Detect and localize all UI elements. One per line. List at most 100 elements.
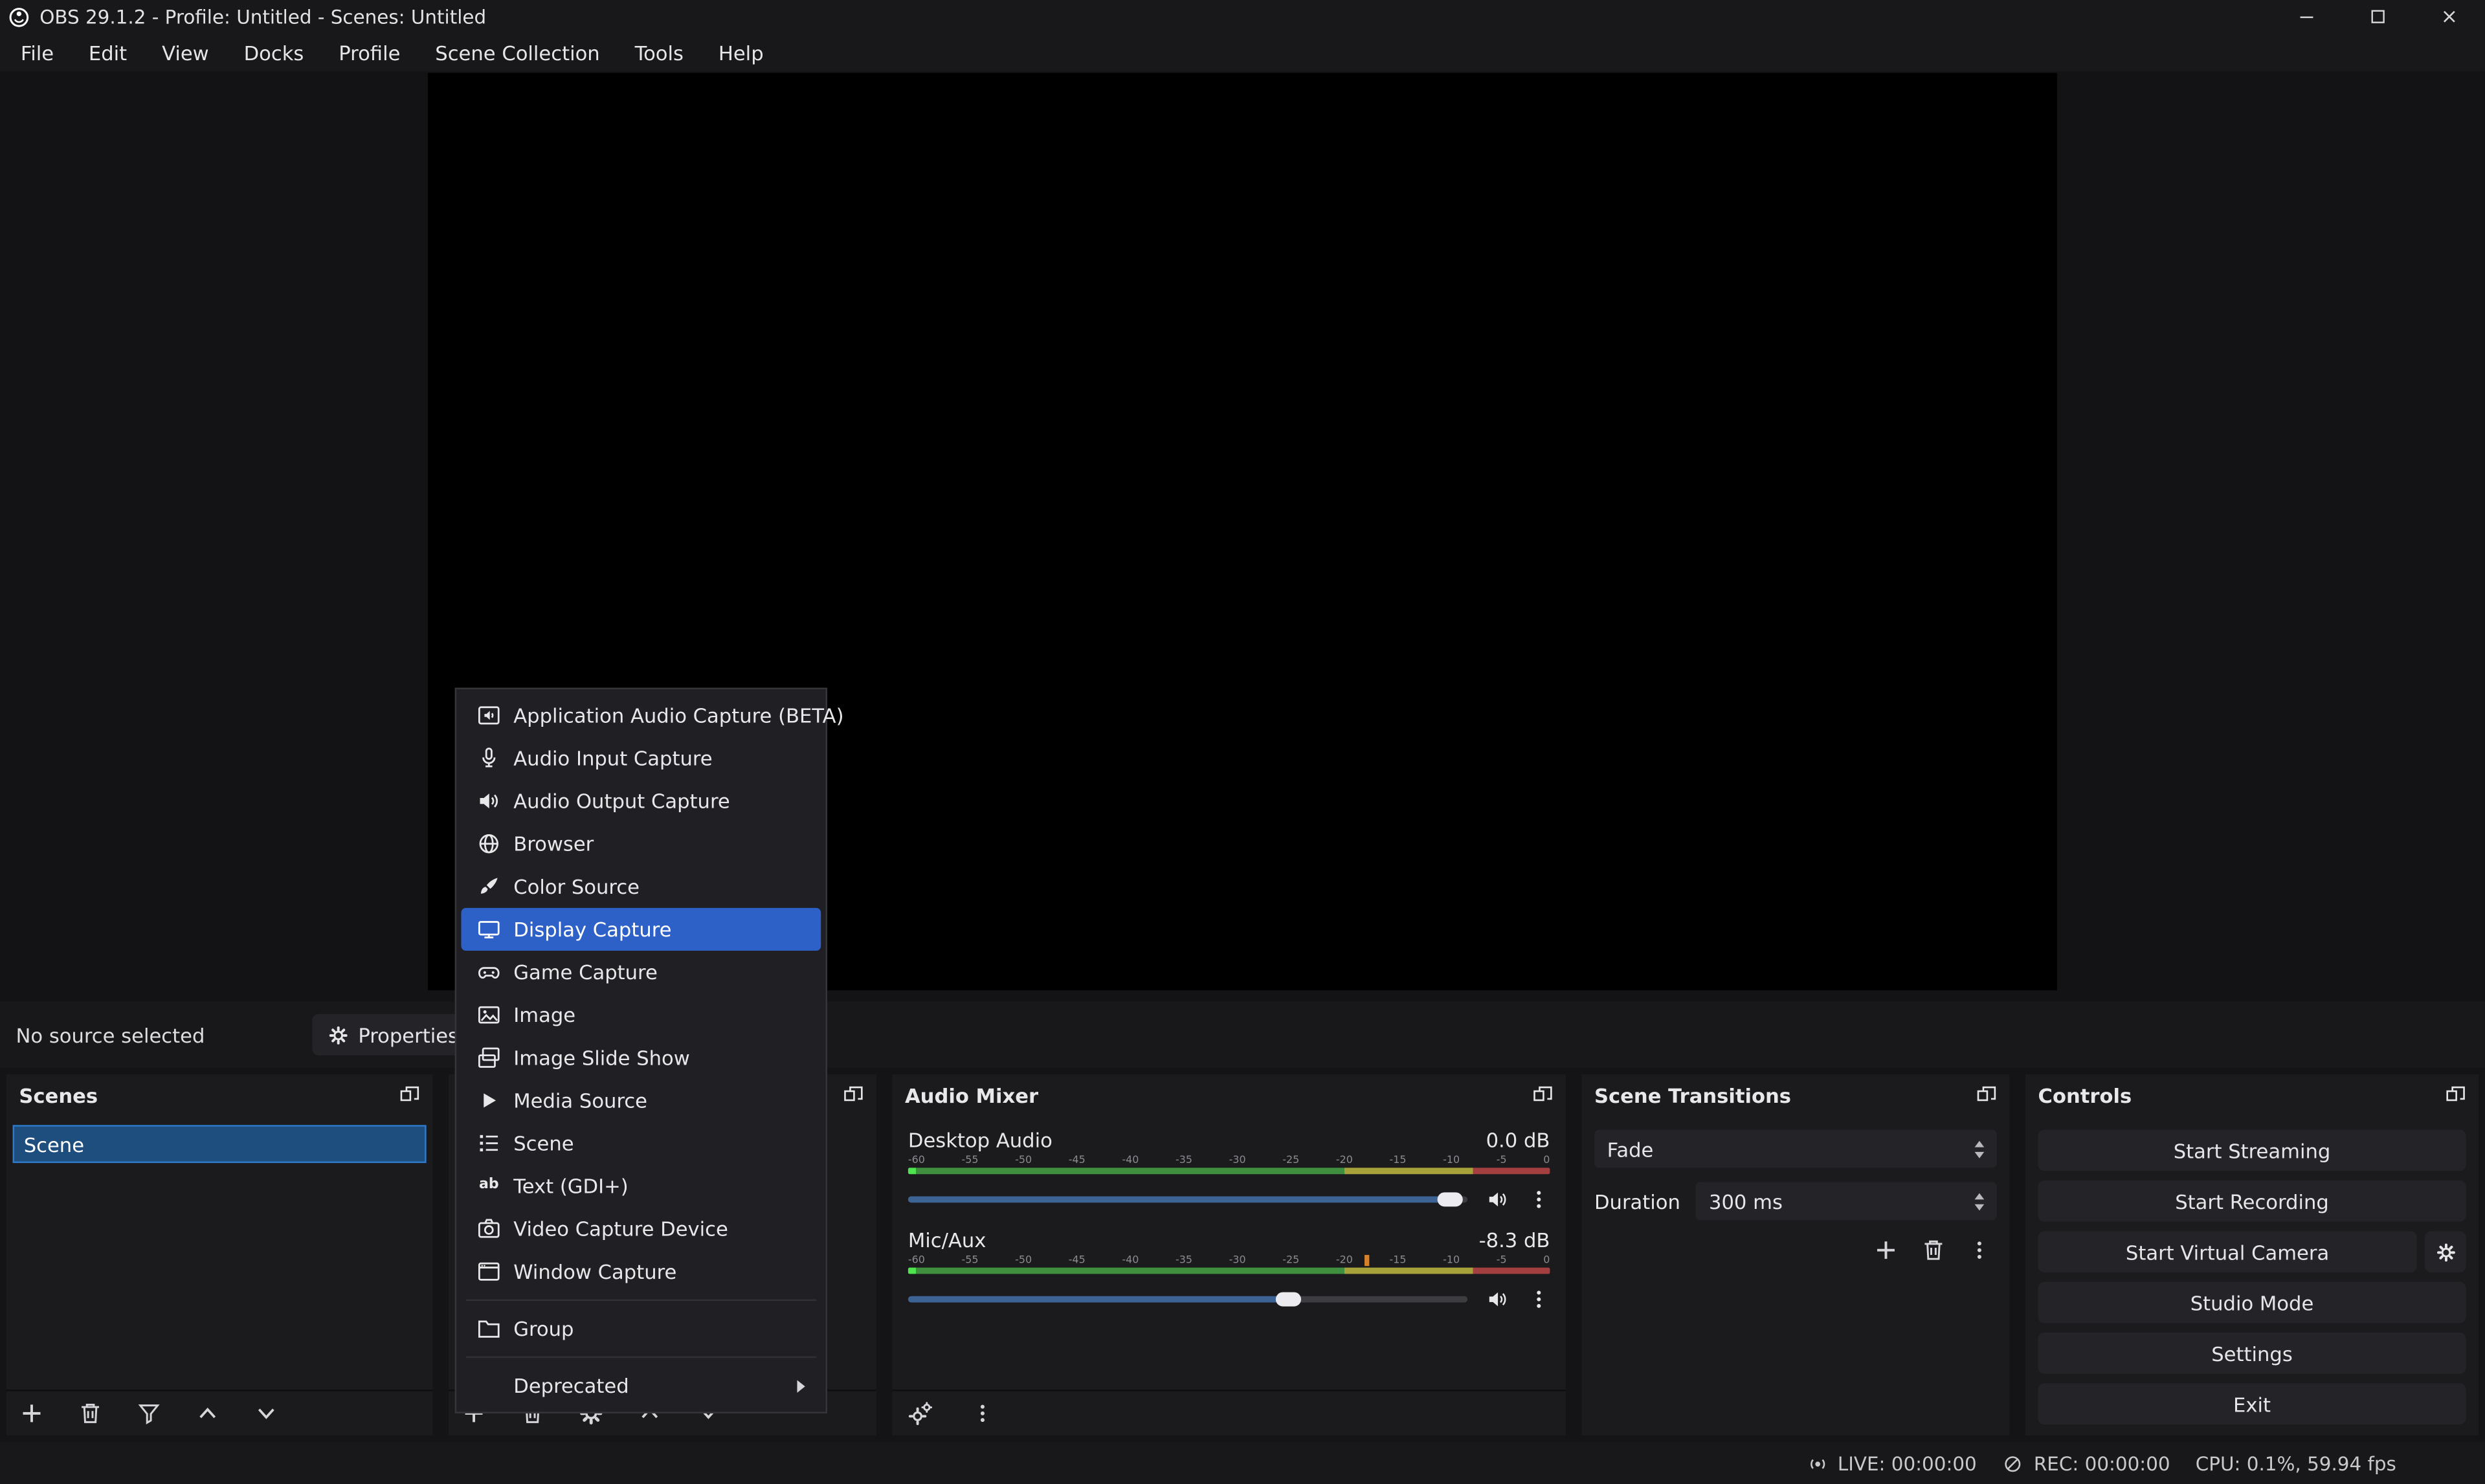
speaker-icon[interactable] [1487, 1188, 1509, 1210]
preview-area [0, 71, 2485, 1001]
popout-icon[interactable] [843, 1085, 864, 1105]
image-icon [477, 1003, 501, 1027]
scene-filters-button[interactable] [137, 1401, 162, 1426]
audio-mixer-title: Audio Mixer [905, 1083, 1038, 1107]
menu-profile[interactable]: Profile [321, 33, 418, 71]
popout-icon[interactable] [2446, 1085, 2466, 1105]
scenes-dock: Scenes Scene [6, 1074, 433, 1435]
menu-item-video-capture-device[interactable]: Video Capture Device [461, 1208, 821, 1250]
spinner-arrows-icon[interactable] [1975, 1192, 1985, 1210]
minimize-button[interactable] [2271, 0, 2342, 33]
menu-item-image[interactable]: Image [461, 993, 821, 1036]
controls-dock: Controls Start Streaming Start Recording… [2025, 1074, 2479, 1435]
duration-value: 300 ms [1709, 1189, 1783, 1213]
volume-slider[interactable] [908, 1196, 1467, 1202]
menu-item-media-source[interactable]: Media Source [461, 1079, 821, 1122]
menu-item-game-capture[interactable]: Game Capture [461, 951, 821, 993]
broadcast-icon [1806, 1452, 1828, 1474]
exit-button[interactable]: Exit [2038, 1383, 2466, 1424]
start-virtual-camera-button[interactable]: Start Virtual Camera [2038, 1231, 2417, 1272]
gear-icon [328, 1024, 349, 1045]
obs-logo-icon[interactable] [8, 6, 30, 28]
volume-slider[interactable] [908, 1296, 1467, 1303]
menu-tools[interactable]: Tools [618, 33, 701, 71]
level-meter-bar [908, 1268, 1550, 1274]
globe-icon [477, 832, 501, 856]
menu-item-group[interactable]: Group [461, 1307, 821, 1350]
properties-button[interactable]: Properties [312, 1014, 474, 1056]
application-audio-icon [477, 703, 501, 727]
menu-item-display-capture[interactable]: Display Capture [461, 908, 821, 951]
speaker-icon[interactable] [1487, 1288, 1509, 1310]
camera-icon [477, 1217, 501, 1241]
scene-move-down-button[interactable] [254, 1401, 279, 1426]
menu-item-application-audio-capture[interactable]: Application Audio Capture (BETA) [461, 694, 821, 736]
menubar: File Edit View Docks Profile Scene Colle… [0, 33, 2485, 71]
kebab-menu-icon[interactable] [1528, 1188, 1550, 1210]
folder-icon [477, 1317, 501, 1341]
volume-slider-handle[interactable] [1276, 1292, 1301, 1307]
window-title: OBS 29.1.2 - Profile: Untitled - Scenes:… [39, 6, 486, 28]
remove-scene-button[interactable] [78, 1401, 103, 1426]
studio-mode-button[interactable]: Studio Mode [2038, 1282, 2466, 1323]
menu-view[interactable]: View [144, 33, 227, 71]
maximize-button[interactable] [2343, 0, 2414, 33]
chevron-up-icon [195, 1401, 220, 1426]
cpu-status: CPU: 0.1%, 59.94 fps [2196, 1452, 2396, 1474]
controls-header: Controls [2025, 1074, 2479, 1116]
menu-item-audio-input-capture[interactable]: Audio Input Capture [461, 736, 821, 779]
controls-body: Start Streaming Start Recording Start Vi… [2025, 1116, 2479, 1439]
mixer-options-button[interactable] [972, 1402, 994, 1424]
start-recording-button[interactable]: Start Recording [2038, 1180, 2466, 1222]
cpu-fps-text: CPU: 0.1%, 59.94 fps [2196, 1452, 2396, 1474]
start-streaming-button[interactable]: Start Streaming [2038, 1130, 2466, 1171]
scene-move-up-button[interactable] [195, 1401, 220, 1426]
text-icon: ab [477, 1174, 501, 1198]
statusbar: LIVE: 00:00:00 REC: 00:00:00 CPU: 0.1%, … [0, 1442, 2485, 1484]
kebab-menu-icon[interactable] [1528, 1288, 1550, 1310]
menu-item-image-slide-show[interactable]: Image Slide Show [461, 1036, 821, 1079]
add-transition-button[interactable] [1873, 1237, 1899, 1263]
menu-item-color-source[interactable]: Color Source [461, 865, 821, 908]
scene-transitions-dock: Scene Transitions Fade Duration 300 ms [1581, 1074, 2009, 1435]
channel-level: -8.3 dB [1479, 1228, 1550, 1252]
popout-icon[interactable] [399, 1085, 420, 1105]
scenes-dock-header: Scenes [6, 1074, 433, 1116]
obs-window: OBS 29.1.2 - Profile: Untitled - Scenes:… [0, 0, 2485, 1484]
select-arrows-icon [1975, 1140, 1985, 1158]
gears-icon [908, 1401, 933, 1426]
source-toolbar: No source selected Properties [0, 1001, 2485, 1068]
transition-options-button[interactable] [1968, 1237, 1990, 1263]
docks-area: Scenes Scene [0, 1068, 2485, 1442]
menu-docks[interactable]: Docks [227, 33, 322, 71]
peak-marker [1364, 1255, 1368, 1266]
scene-transitions-body: Fade Duration 300 ms [1581, 1116, 2009, 1278]
menu-item-scene[interactable]: Scene [461, 1122, 821, 1164]
menu-item-deprecated[interactable]: Deprecated [461, 1364, 821, 1407]
monitor-icon [477, 918, 501, 942]
menu-item-window-capture[interactable]: Window Capture [461, 1250, 821, 1293]
menu-edit[interactable]: Edit [71, 33, 144, 71]
close-button[interactable] [2414, 0, 2485, 33]
popout-icon[interactable] [1533, 1085, 1554, 1105]
menu-scene-collection[interactable]: Scene Collection [418, 33, 617, 71]
add-scene-button[interactable] [19, 1401, 44, 1426]
menu-separator [466, 1300, 816, 1301]
menu-file[interactable]: File [3, 33, 71, 71]
menu-item-audio-output-capture[interactable]: Audio Output Capture [461, 780, 821, 823]
remove-transition-button[interactable] [1921, 1237, 1946, 1263]
popout-icon[interactable] [1976, 1085, 1997, 1105]
chevron-down-icon [254, 1401, 279, 1426]
properties-button-label: Properties [358, 1023, 458, 1047]
volume-slider-handle[interactable] [1438, 1192, 1464, 1206]
scene-list-item[interactable]: Scene [13, 1125, 427, 1163]
virtual-camera-settings-button[interactable] [2425, 1231, 2466, 1272]
transition-select[interactable]: Fade [1594, 1130, 1997, 1168]
menu-item-text-gdi[interactable]: ab Text (GDI+) [461, 1165, 821, 1208]
advanced-audio-button[interactable] [908, 1401, 933, 1426]
duration-spinbox[interactable]: 300 ms [1696, 1182, 1996, 1220]
menu-item-browser[interactable]: Browser [461, 823, 821, 865]
settings-button[interactable]: Settings [2038, 1333, 2466, 1374]
menu-help[interactable]: Help [701, 33, 781, 71]
submenu-arrow-icon [797, 1379, 805, 1392]
